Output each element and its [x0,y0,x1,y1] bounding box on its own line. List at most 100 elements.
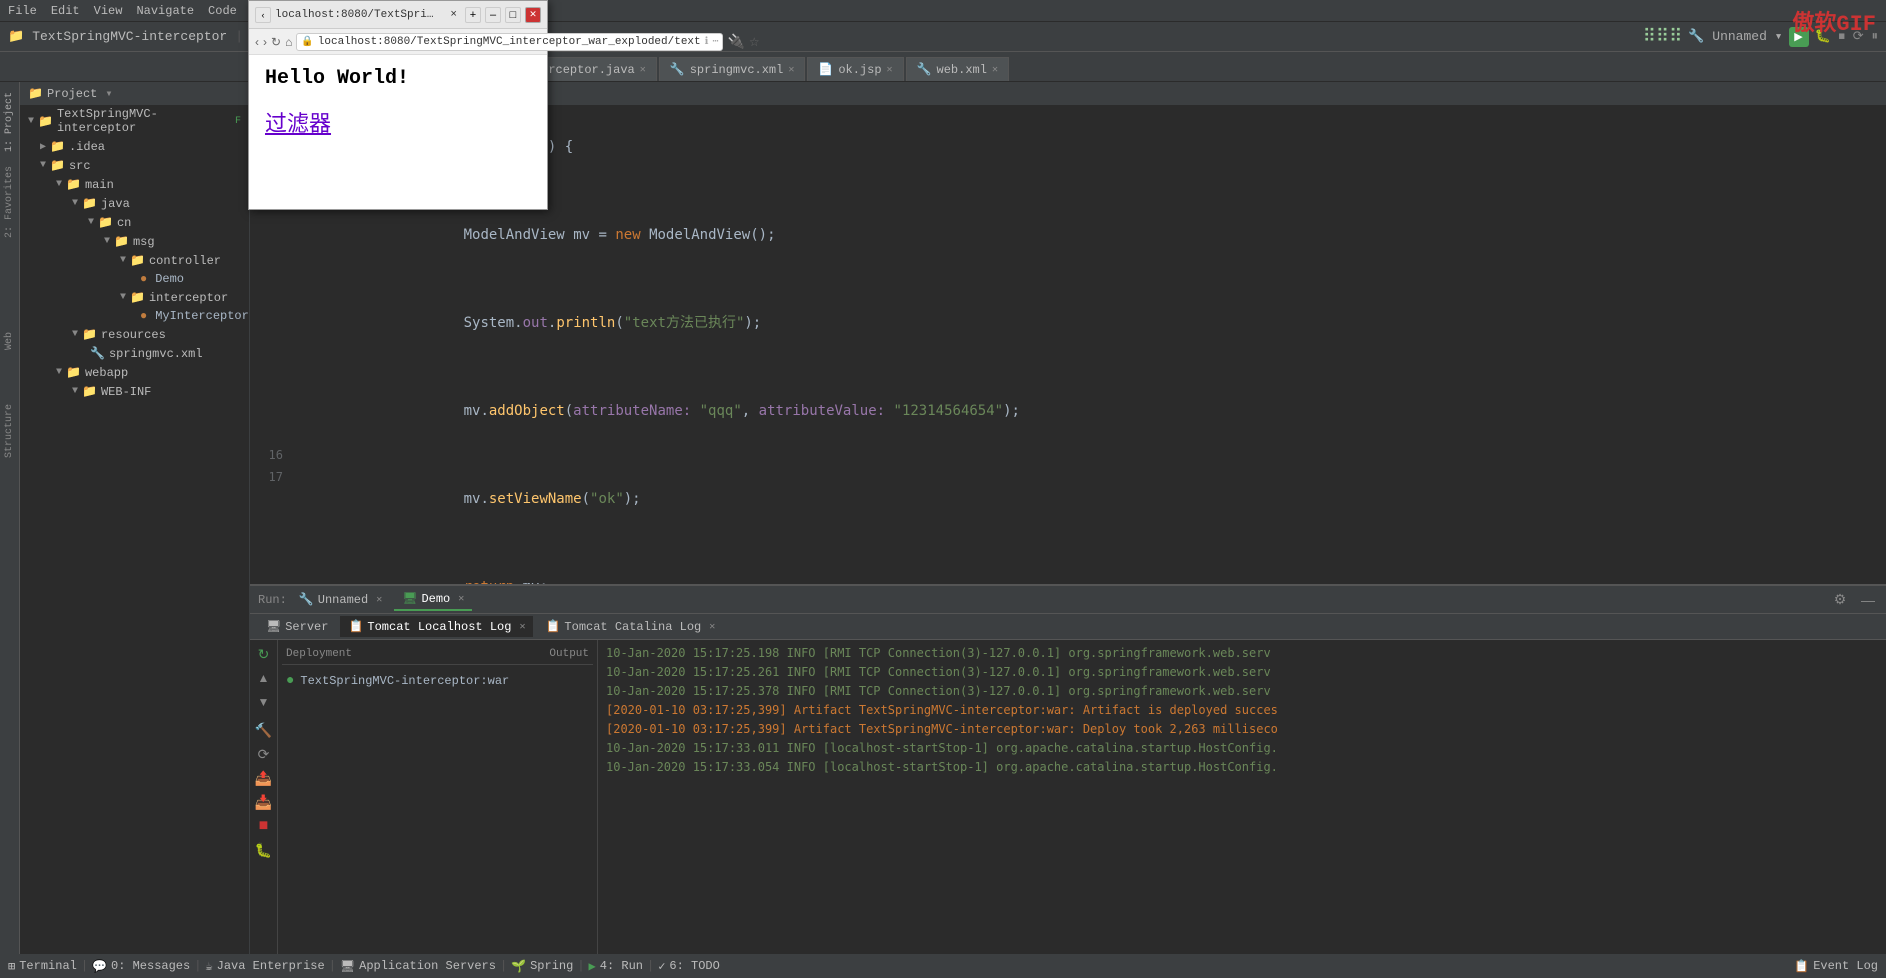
tomcat-localhost-close[interactable]: ✕ [519,621,525,633]
server-label: Server [285,620,328,634]
web-xml-close[interactable]: ✕ [992,64,998,76]
web-side-tab[interactable]: Web [2,326,17,356]
tomcat-catalina-tab[interactable]: 📋 Tomcat Catalina Log ✕ [537,616,723,637]
browser-minimize-btn[interactable]: – [485,7,501,23]
build-button[interactable]: 🔨 [254,720,274,740]
tree-myinterceptor-file[interactable]: ● MyInterceptor [20,307,249,325]
run-demo-label: Demo [421,592,450,606]
application-servers-status[interactable]: 🖥 Application Servers [340,959,496,974]
browser-home-btn[interactable]: ⌂ [285,35,292,49]
ok-jsp-close[interactable]: ✕ [887,64,893,76]
springmvc-xml-close[interactable]: ✕ [788,64,794,76]
terminal-label: Terminal [19,959,77,973]
scroll-down-button[interactable]: ▼ [254,692,274,712]
deployment-item[interactable]: ● TextSpringMVC-interceptor:war [282,669,593,693]
todo-status[interactable]: ✓ 6: TODO [658,959,720,974]
tab-springmvc-xml[interactable]: 🔧 springmvc.xml ✕ [659,57,806,81]
java-enterprise-icon: ☕ [205,959,212,974]
tree-cn[interactable]: ▼ 📁 cn [20,213,249,232]
run-tab-demo[interactable]: 🖥 Demo ✕ [394,588,472,611]
browser-star-btn[interactable]: ☆ [749,35,760,49]
project-icon: 📁 [8,29,24,44]
menu-file[interactable]: File [8,4,37,18]
event-log-status[interactable]: 📋 Event Log [1794,959,1878,974]
spring-status[interactable]: 🌱 Spring [511,959,573,974]
menu-view[interactable]: View [94,4,123,18]
browser-prev-btn[interactable]: ‹ [255,35,259,49]
more-btn[interactable]: ⋯ [712,36,718,48]
expand-icon: ▼ [104,236,110,247]
expand-icon: ▼ [56,367,62,378]
server-tab[interactable]: 🖥 Server [258,616,336,637]
browser-close-btn[interactable]: ✕ [525,7,541,23]
toolbar-icons: ⠿⠿⠿ [1643,26,1683,48]
tab-web-xml[interactable]: 🔧 web.xml ✕ [906,57,1009,81]
browser-back-btn[interactable]: ‹ [255,7,271,23]
tree-java-label: java [101,197,130,211]
close-panel-button[interactable]: — [1858,590,1878,610]
favorites-side-tab[interactable]: 2: Favorites [2,160,17,244]
browser-maximize-btn[interactable]: □ [505,7,521,23]
todo-label: 6: TODO [669,959,719,973]
structure-side-tab[interactable]: Structure [2,398,17,464]
myinterceptor-java-close[interactable]: ✕ [640,64,646,76]
run-tab-unnamed[interactable]: 🔧 Unnamed ✕ [291,589,390,610]
undeploy-button[interactable]: 📤 [254,768,274,788]
tree-msg[interactable]: ▼ 📁 msg [20,232,249,251]
springmvc-xml-tree-icon: 🔧 [90,346,105,361]
tomcat-catalina-label: Tomcat Catalina Log [564,620,701,634]
project-side-tab[interactable]: 1: Project [2,86,17,158]
tree-main[interactable]: ▼ 📁 main [20,175,249,194]
run-unnamed-close[interactable]: ✕ [376,594,382,606]
event-log-icon: 📋 [1794,959,1809,974]
tree-demo-file[interactable]: ● Demo [20,270,249,288]
webapp-folder-icon: 📁 [66,365,81,380]
messages-status[interactable]: 💬 0: Messages [92,959,190,974]
deploy-button[interactable]: 📥 [254,792,274,812]
tab-ok-jsp[interactable]: 📄 ok.jsp ✕ [807,57,903,81]
tree-resources[interactable]: ▼ 📁 resources [20,325,249,344]
browser-content: Hello World! 过滤器 [249,55,547,150]
tree-controller[interactable]: ▼ 📁 controller [20,251,249,270]
menu-code[interactable]: Code [208,4,237,18]
sidebar-dropdown-icon[interactable]: ▾ [105,86,112,101]
todo-icon: ✓ [658,959,665,974]
refresh-button[interactable]: ↻ [254,644,274,664]
run-status[interactable]: ▶ 4: Run [589,959,643,974]
tree-webinf[interactable]: ▼ 📁 WEB-INF [20,382,249,401]
scroll-up-button[interactable]: ▲ [254,668,274,688]
tree-interceptor[interactable]: ▼ 📁 interceptor [20,288,249,307]
browser-new-tab-btn[interactable]: + [465,7,481,23]
gear-settings-button[interactable]: ⚙ [1830,590,1850,610]
browser-filter-link[interactable]: 过滤器 [265,106,531,138]
update-button[interactable]: ⟳ [254,744,274,764]
stop-button[interactable]: ■ [254,816,274,836]
menu-navigate[interactable]: Navigate [136,4,194,18]
tree-springmvc-xml-file[interactable]: 🔧 springmvc.xml [20,344,249,363]
tree-webapp[interactable]: ▼ 📁 webapp [20,363,249,382]
tomcat-localhost-tab[interactable]: 📋 Tomcat Localhost Log ✕ [340,616,533,637]
tree-idea[interactable]: ▶ 📁 .idea [20,137,249,156]
tomcat-catalina-close[interactable]: ✕ [709,621,715,633]
deployment-panel: Deployment Output ● TextSpringMVC-interc… [278,640,598,954]
debug-panel-button[interactable]: 🐛 [254,840,274,860]
tree-java[interactable]: ▼ 📁 java [20,194,249,213]
code-line-blank3 [250,356,1886,378]
tree-src[interactable]: ▼ 📁 src [20,156,249,175]
browser-reload-btn[interactable]: ↻ [271,35,281,49]
interceptor-folder-icon: 📁 [130,290,145,305]
tree-cn-label: cn [117,216,131,230]
expand-icon: ▼ [72,329,78,340]
tree-textspringmvc[interactable]: ▼ 📁 TextSpringMVC-interceptor F [20,105,249,137]
browser-next-btn[interactable]: › [263,35,267,49]
browser-urlbar[interactable]: 🔒 localhost:8080/TextSpringMVC_intercept… [296,33,723,51]
java-enterprise-status[interactable]: ☕ Java Enterprise [205,959,324,974]
expand-icon: ▼ [28,116,34,127]
run-demo-close[interactable]: ✕ [458,593,464,605]
url-text: localhost:8080/TextSpringMVC_interceptor… [318,36,701,48]
browser-ext-btn[interactable]: 🔌 [727,33,744,50]
myinterceptor-file-icon: ● [140,309,147,323]
menu-edit[interactable]: Edit [51,4,80,18]
line-content-2: ModelAndView mv = new ModelAndView(); [295,202,1886,268]
terminal-status[interactable]: ⊞ Terminal [8,959,77,974]
